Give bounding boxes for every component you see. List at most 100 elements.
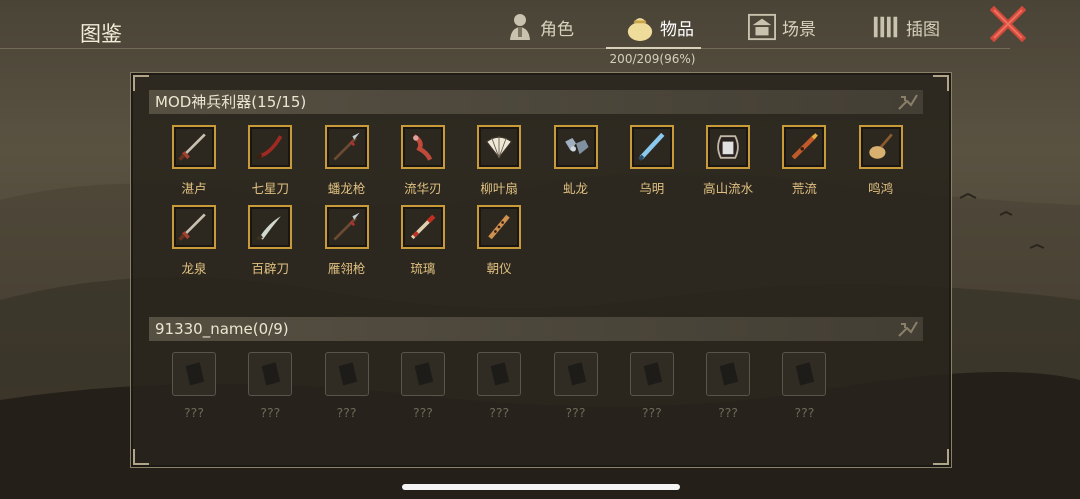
section-title: MOD神兵利器(15/15) [155,93,307,111]
item-slot[interactable]: 鸣鸿 [856,125,906,197]
item-slot[interactable]: 百辟刀 [245,205,295,277]
locked-item-slot[interactable]: ??? [779,352,829,424]
item-label: 蟠龙枪 [327,181,366,196]
locked-item-slot[interactable]: ??? [322,352,372,424]
item-frame [324,125,369,169]
collection-panel: MOD神兵利器(15/15) 湛卢 七星刀 蟠龙枪 流华刃 柳叶扇 虬龙 乌明 高山流水 荒流 鸣… [130,72,952,468]
item-frame [172,125,216,169]
item-slot[interactable]: 湛卢 [169,125,219,197]
item-slot[interactable]: 乌明 [627,125,677,197]
locked-card-icon [185,362,205,386]
panel-corner [133,449,149,465]
sword-icon [178,213,206,241]
item-slot[interactable]: 蟠龙枪 [322,125,372,197]
item-frame [172,352,216,396]
item-slot[interactable]: 琉璃 [398,205,448,277]
staff-icon [410,214,436,240]
item-bag-icon [626,13,654,41]
item-frame [553,352,598,396]
blue-sword-icon [637,132,665,161]
item-frame [400,352,445,396]
item-frame [324,352,369,396]
ornament-icon [898,94,918,110]
panel-corner [133,75,149,91]
tab-illustration[interactable]: 插图 [872,8,940,46]
item-frame [248,205,293,249]
item-label: 荒流 [791,181,817,196]
tab-scene[interactable]: 场景 [748,8,816,46]
item-slot[interactable]: 高山流水 [703,125,753,197]
item-frame [400,125,445,169]
item-frame [400,205,445,249]
ornament-icon [898,321,918,337]
section-title: 91330_name(0/9) [155,320,289,338]
scene-icon [748,13,776,41]
item-frame [324,205,369,249]
locked-card-icon [490,362,510,386]
locked-card-icon [567,362,586,386]
harp-icon [717,135,739,159]
locked-card-icon [796,362,815,386]
item-label: ??? [336,405,357,420]
saber-icon [256,216,282,242]
curved-blade-icon [256,135,283,160]
item-frame [858,125,903,169]
character-icon [506,13,534,41]
illustration-icon [872,13,900,41]
item-label: ??? [718,405,739,420]
locked-card-icon [338,362,357,386]
item-slot[interactable]: 流华刃 [398,125,448,197]
item-frame [477,125,522,169]
section-header: MOD神兵利器(15/15) [149,90,923,114]
item-label: ??? [565,405,586,420]
item-frame [248,352,293,396]
item-frame [248,125,293,169]
close-button[interactable] [988,4,1028,44]
item-frame [477,205,522,249]
tab-character[interactable]: 角色 [506,8,574,46]
item-label: 朝仪 [486,261,512,276]
flute-icon [791,133,819,160]
item-label: ??? [412,405,433,420]
locked-card-icon [643,362,662,386]
item-slot[interactable]: 龙泉 [169,205,219,277]
item-frame [706,125,751,169]
item-label: 乌明 [639,181,665,196]
tab-label: 插图 [906,19,940,40]
item-label: 流华刃 [404,181,442,196]
item-label: 琉璃 [410,261,436,276]
item-label: 七星刀 [251,181,290,196]
fan-icon [485,136,513,159]
item-slot[interactable]: 虬龙 [551,125,601,197]
locked-card-icon [261,362,281,386]
item-frame [629,352,674,396]
locked-item-slot[interactable]: ??? [703,352,753,424]
xiao-flute-icon [488,214,510,240]
item-label: ??? [794,405,815,420]
item-label: ??? [184,405,204,420]
item-label: 虬龙 [562,181,588,196]
home-indicator[interactable] [402,484,680,490]
locked-item-slot[interactable]: ??? [551,352,601,424]
item-slot[interactable]: 荒流 [779,125,829,197]
locked-item-slot[interactable]: ??? [474,352,524,424]
item-slot[interactable]: 七星刀 [245,125,295,197]
locked-item-slot[interactable]: ??? [245,352,295,424]
gauntlet-icon [564,138,589,155]
item-frame [172,205,216,249]
locked-item-slot[interactable]: ??? [627,352,677,424]
tab-items[interactable]: 物品 [626,8,694,46]
tab-label: 角色 [540,19,574,40]
page-title: 图鉴 [80,22,122,46]
panel-corner [933,75,949,91]
locked-card-icon [719,362,739,386]
item-slot[interactable]: 柳叶扇 [474,125,524,197]
spear-icon [333,212,360,241]
item-label: 百辟刀 [251,261,290,276]
item-slot[interactable]: 朝仪 [474,205,524,277]
locked-item-slot[interactable]: ??? [169,352,219,424]
locked-item-slot[interactable]: ??? [398,352,448,424]
item-label: 龙泉 [181,261,207,276]
item-slot[interactable]: 雁翎枪 [322,205,372,277]
section-header: 91330_name(0/9) [149,317,923,341]
